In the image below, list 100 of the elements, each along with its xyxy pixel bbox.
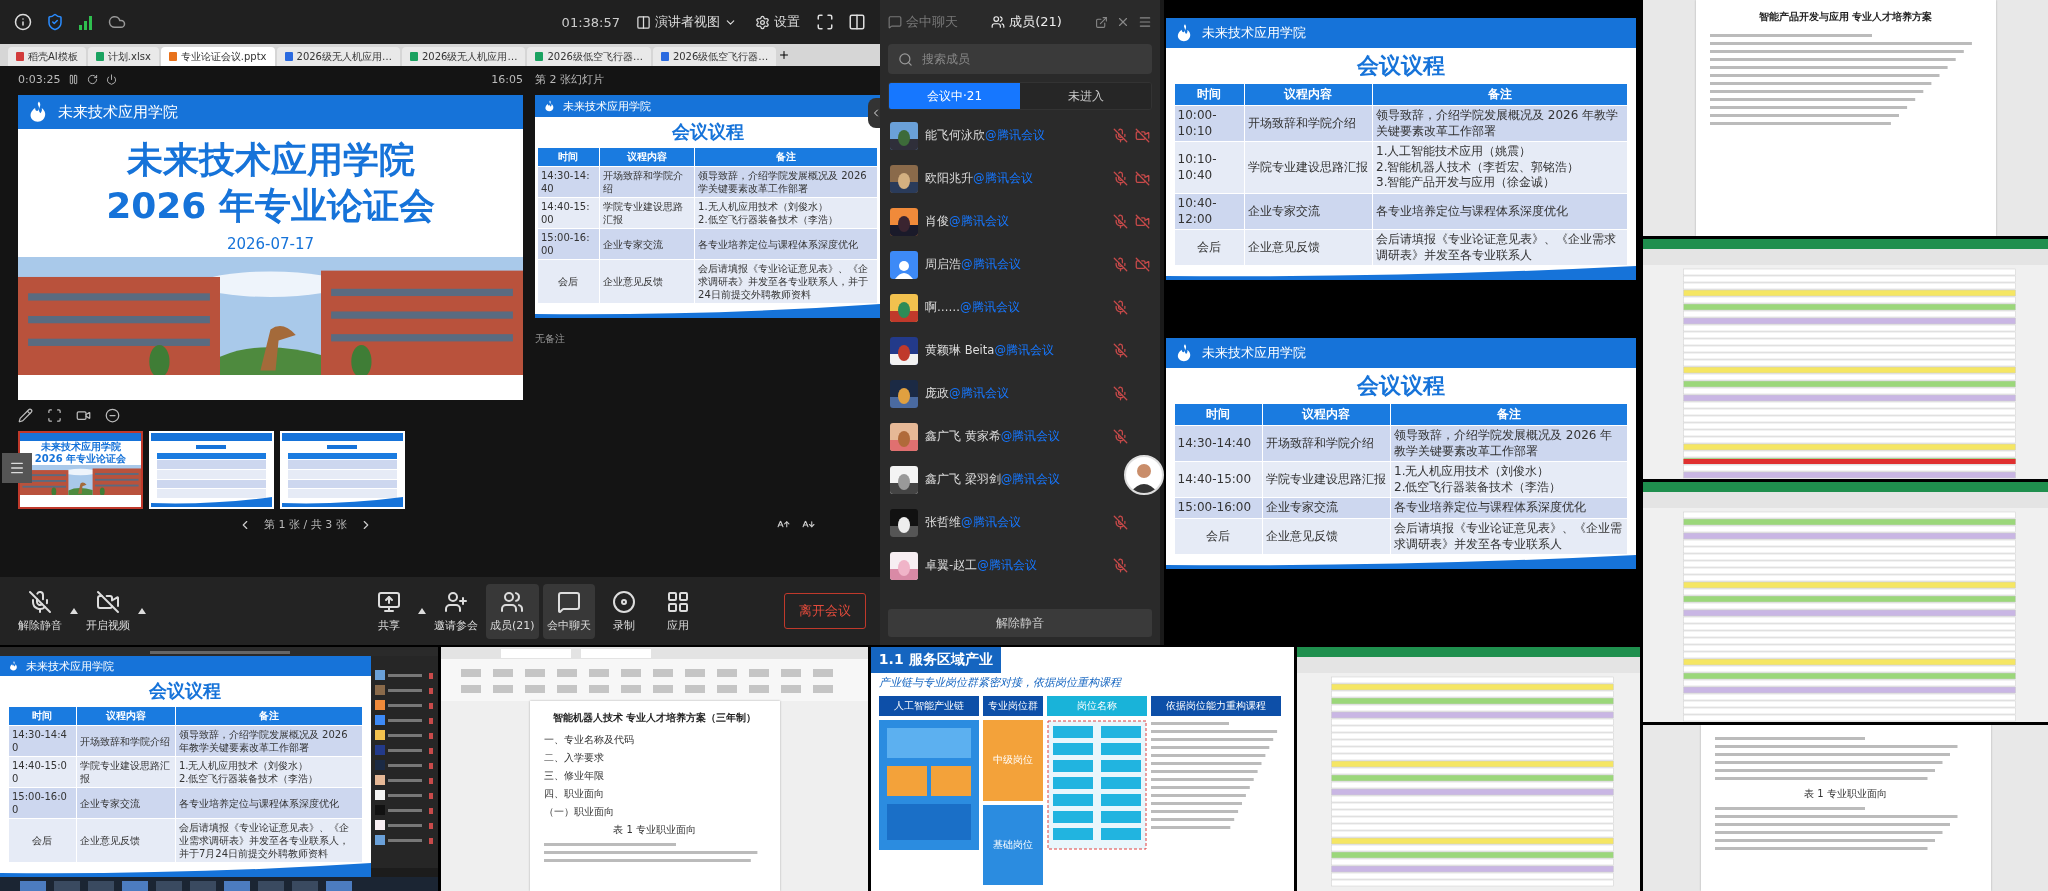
- caret-icon[interactable]: [418, 608, 426, 614]
- pause-icon[interactable]: [68, 74, 80, 85]
- browser-tab[interactable]: 专业论证会议.pptx: [160, 47, 275, 66]
- table-cell: 各专业培养定位与课程体系深度优化: [175, 787, 363, 819]
- browser-tab[interactable]: 2026级无人机应用…: [276, 47, 400, 66]
- avatar-icon[interactable]: [1124, 455, 1164, 495]
- table-cell: 企业意见反馈: [76, 818, 176, 863]
- slide-thumbnail[interactable]: [149, 431, 274, 509]
- pen-icon[interactable]: [18, 408, 33, 423]
- chat-icon: [556, 589, 581, 614]
- pop-out-icon[interactable]: [1095, 15, 1108, 29]
- reset-icon[interactable]: [87, 74, 99, 85]
- column-header: 议程内容: [1262, 403, 1391, 426]
- member-name: 黄颖琳 Beita@腾讯会议: [925, 343, 1055, 358]
- mic-off-icon[interactable]: [1113, 171, 1128, 186]
- new-tab-icon[interactable]: [778, 49, 791, 61]
- layout-icon: [636, 14, 651, 30]
- browser-tab[interactable]: 稻壳AI模板: [8, 47, 86, 66]
- slide-thumbnail[interactable]: [280, 431, 405, 509]
- logo-icon: [8, 660, 20, 673]
- table-cell: 企业专家交流: [599, 228, 695, 260]
- toolbar-button[interactable]: 会中聊天: [542, 583, 595, 639]
- clock-time: 16:05: [491, 73, 523, 86]
- school-name: 未来技术应用学院: [1201, 344, 1306, 362]
- mic-off-icon[interactable]: [1113, 515, 1128, 530]
- document-heading: 三、修业年限: [543, 769, 605, 783]
- mic-off-icon[interactable]: [1113, 558, 1128, 573]
- video-off-icon[interactable]: [1135, 257, 1150, 272]
- browser-tab[interactable]: 2026级无人机应用…: [402, 47, 526, 66]
- toolbar-button[interactable]: 开启视频: [82, 583, 134, 639]
- cloud-icon[interactable]: [108, 13, 126, 31]
- table-cell: 企业意见反馈: [1244, 229, 1373, 266]
- mic-off-icon[interactable]: [1113, 429, 1128, 444]
- table-cell: 企业意见反馈: [599, 259, 695, 304]
- video-off-icon[interactable]: [1135, 214, 1150, 229]
- member-filter-tab[interactable]: 未进入: [1020, 83, 1151, 109]
- table-cell: 会后请填报《专业论证意见表》、《企业需求调研表》并发至各专业联系人: [1372, 229, 1628, 266]
- school-name: 未来技术应用学院: [58, 102, 178, 122]
- leave-meeting-button[interactable]: 离开会议: [784, 593, 866, 629]
- users-icon: [991, 15, 1006, 29]
- cell-text-line: 领导致辞，介绍学院发展概况及 2026: [698, 169, 868, 182]
- slide-subtitle: 产业链与专业岗位群紧密对接，依据岗位重构课程: [877, 675, 1123, 691]
- browser-tab[interactable]: 2026级低空飞行器…: [527, 47, 651, 66]
- caret-icon[interactable]: [70, 608, 78, 614]
- thumbnail-toggle[interactable]: [2, 453, 32, 483]
- mic-off-icon[interactable]: [1113, 343, 1128, 358]
- minus-circle-icon[interactable]: [105, 408, 120, 423]
- browser-tab[interactable]: 计划.xlsx: [87, 47, 159, 66]
- document-title: 智能产品开发与应用 专业人才培养方案: [1757, 10, 1934, 24]
- caret-icon[interactable]: [138, 608, 146, 614]
- school-name: 未来技术应用学院: [1201, 24, 1306, 42]
- menu-icon[interactable]: [1138, 15, 1152, 29]
- browser-tab[interactable]: 2026级低空飞行器…: [652, 47, 777, 66]
- mic-off-icon[interactable]: [1113, 386, 1128, 401]
- column-header: 备注: [175, 706, 363, 726]
- mic-off-icon[interactable]: [1113, 128, 1128, 143]
- mic-off-icon[interactable]: [1113, 257, 1128, 272]
- column-header: 议程内容: [599, 147, 695, 167]
- toolbar-button[interactable]: 应用: [652, 583, 703, 639]
- toolbar-button[interactable]: 解除静音: [14, 583, 66, 639]
- column-header: 时间: [8, 706, 77, 726]
- power-icon[interactable]: [106, 74, 118, 85]
- video-off-icon[interactable]: [1135, 171, 1150, 186]
- column-header: 时间: [1174, 403, 1263, 426]
- video-off-icon[interactable]: [1135, 128, 1150, 143]
- info-icon[interactable]: [14, 13, 32, 31]
- sidebar-icon[interactable]: [848, 13, 866, 31]
- slide-title: 会议议程: [670, 120, 745, 144]
- unmute-all-button[interactable]: 解除静音: [888, 609, 1152, 637]
- fullscreen-icon[interactable]: [816, 13, 834, 31]
- table-cell: 会后: [1174, 518, 1263, 555]
- settings-button[interactable]: 设置: [753, 11, 802, 33]
- document-heading: （一）职业面向: [543, 805, 615, 819]
- members-tab[interactable]: 成员(21): [991, 13, 1062, 31]
- slide-title: 会议议程: [1355, 52, 1446, 80]
- search-field[interactable]: 搜索成员: [888, 44, 1152, 74]
- toolbar-button[interactable]: 录制: [598, 583, 649, 639]
- close-icon[interactable]: [1116, 15, 1130, 29]
- toolbar-button[interactable]: 共享: [364, 583, 414, 639]
- mic-off-icon[interactable]: [1113, 300, 1128, 315]
- shield-icon[interactable]: [46, 13, 64, 31]
- table-cell: 领导致辞，介绍学院发展概况及 2026 年教学关键要素改革工作部署: [1390, 425, 1628, 462]
- table-cell: 14:30-14:40: [537, 166, 600, 198]
- view-menu[interactable]: 演讲者视图: [634, 11, 739, 33]
- member-filter-tab[interactable]: 会议中·21: [889, 83, 1020, 109]
- table-cell: 14:40-15:00: [537, 197, 600, 229]
- table-cell: 10:00- 10:10: [1174, 105, 1245, 142]
- level-cell: 基础岗位: [982, 804, 1043, 885]
- toolbar-button[interactable]: 邀请参会: [430, 583, 482, 639]
- toolbar-button[interactable]: 成员(21): [486, 583, 539, 639]
- spotlight-icon[interactable]: [47, 408, 62, 423]
- slide-thumbnail[interactable]: 未来技术应用学院 2026 年专业论证会: [18, 431, 143, 509]
- table-cell: 会后: [537, 259, 600, 304]
- page-indicator: 第 1 张 / 共 3 张: [264, 517, 347, 532]
- column-label: 专业岗位群: [982, 696, 1043, 716]
- camera-icon[interactable]: [76, 408, 91, 423]
- member-name: 卓翼-赵工@腾讯会议: [925, 558, 1038, 573]
- column-header: 备注: [694, 147, 878, 167]
- table-cell: 14:40-15:00: [1174, 461, 1263, 498]
- mic-off-icon[interactable]: [1113, 214, 1128, 229]
